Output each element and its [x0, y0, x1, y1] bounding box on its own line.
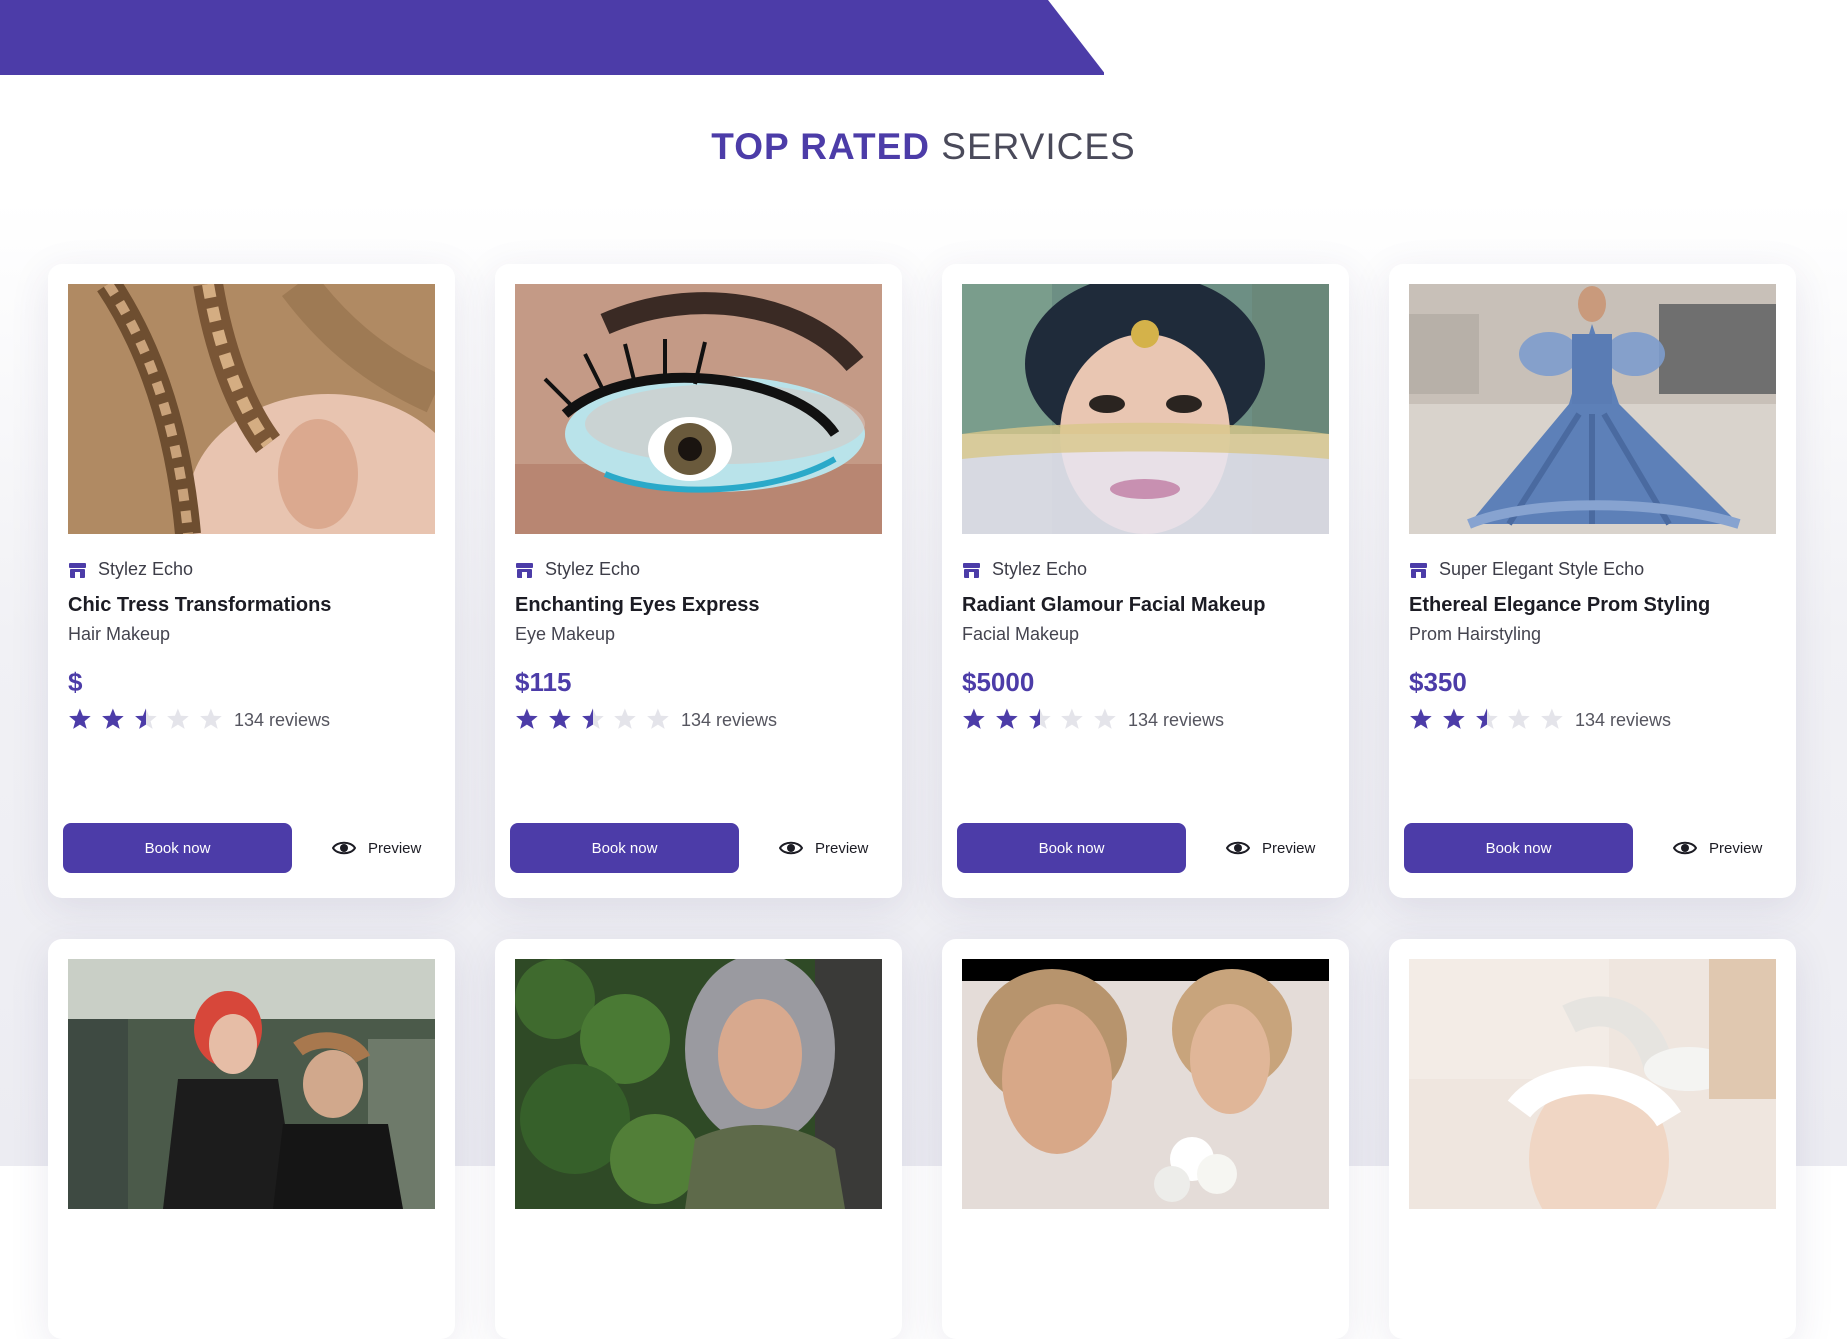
preview-label: Preview [1262, 839, 1316, 857]
service-image[interactable] [515, 959, 882, 1209]
section-title-rest: SERVICES [941, 126, 1136, 167]
rating: 134 reviews [1409, 706, 1671, 734]
eye-icon [332, 841, 356, 855]
star-half-icon [1475, 708, 1498, 729]
star-rating [1409, 706, 1573, 734]
review-count: 134 reviews [1575, 709, 1672, 730]
star-rating [515, 706, 679, 734]
book-now-button[interactable]: Book now [1404, 823, 1633, 873]
service-card[interactable] [942, 939, 1349, 1339]
star-empty-icon [1061, 708, 1084, 729]
section-title-highlight: TOP RATED [711, 126, 930, 167]
store-icon [516, 562, 533, 578]
star-half-icon [581, 708, 604, 729]
eye-icon [779, 841, 803, 855]
shop-name: Super Elegant Style Echo [1409, 559, 1644, 580]
star-empty-icon [1541, 708, 1563, 729]
book-now-button[interactable]: Book now [63, 823, 292, 873]
service-category: Facial Makeup [962, 624, 1080, 644]
star-empty-icon [200, 708, 222, 729]
star-filled-icon [516, 708, 538, 729]
service-image[interactable] [962, 959, 1329, 1209]
service-card[interactable]: Stylez Echo Chic Tress Transformations H… [48, 264, 455, 898]
eye-icon [1673, 841, 1697, 855]
review-count: 134 reviews [234, 709, 331, 730]
preview-label: Preview [368, 839, 422, 857]
star-filled-icon [1442, 708, 1465, 729]
book-now-button[interactable]: Book now [957, 823, 1186, 873]
service-price: $350 [1409, 667, 1467, 697]
book-now-button[interactable]: Book now [510, 823, 739, 873]
shop-label: Super Elegant Style Echo [1439, 559, 1645, 579]
service-card[interactable]: Stylez Echo Radiant Glamour Facial Makeu… [942, 264, 1349, 898]
service-price: $5000 [962, 667, 1035, 697]
review-count: 134 reviews [681, 709, 778, 730]
service-name[interactable]: Radiant Glamour Facial Makeup [962, 594, 1265, 617]
preview-label: Preview [815, 839, 869, 857]
shop-name: Stylez Echo [515, 559, 640, 580]
service-category: Prom Hairstyling [1409, 624, 1542, 644]
service-category: Hair Makeup [68, 624, 171, 644]
star-empty-icon [1508, 708, 1531, 729]
shop-name: Stylez Echo [68, 559, 193, 580]
review-count: 134 reviews [1128, 709, 1225, 730]
service-card[interactable]: Super Elegant Style Echo Ethereal Elegan… [1389, 264, 1796, 898]
service-image[interactable] [1409, 284, 1776, 534]
shop-label: Stylez Echo [992, 559, 1088, 579]
rating: 134 reviews [68, 706, 330, 734]
star-empty-icon [647, 708, 669, 729]
service-image[interactable] [515, 284, 882, 534]
service-image[interactable] [1409, 959, 1776, 1209]
service-name[interactable]: Enchanting Eyes Express [515, 594, 760, 617]
preview-button[interactable]: Preview [332, 823, 421, 873]
star-empty-icon [614, 708, 637, 729]
service-name[interactable]: Ethereal Elegance Prom Styling [1409, 594, 1710, 617]
service-image[interactable] [68, 284, 435, 534]
star-filled-icon [963, 708, 985, 729]
service-price: $115 [515, 667, 572, 697]
star-filled-icon [101, 708, 124, 729]
store-icon [1410, 562, 1427, 578]
star-filled-icon [548, 708, 571, 729]
section-title: TOP RATED SERVICES [0, 126, 1847, 168]
preview-button[interactable]: Preview [1226, 823, 1315, 873]
store-icon [69, 562, 86, 578]
service-price: $ [68, 667, 83, 697]
shop-label: Stylez Echo [545, 559, 641, 579]
service-image[interactable] [962, 284, 1329, 534]
preview-label: Preview [1709, 839, 1763, 857]
star-empty-icon [1094, 708, 1116, 729]
shop-name: Stylez Echo [962, 559, 1087, 580]
service-card[interactable]: Stylez Echo Enchanting Eyes Express Eye … [495, 264, 902, 898]
star-rating [68, 706, 232, 734]
star-empty-icon [167, 708, 190, 729]
service-card[interactable] [48, 939, 455, 1339]
preview-button[interactable]: Preview [1673, 823, 1762, 873]
shop-label: Stylez Echo [98, 559, 194, 579]
store-icon [963, 562, 980, 578]
service-card[interactable] [1389, 939, 1796, 1339]
star-filled-icon [69, 708, 91, 729]
rating: 134 reviews [962, 706, 1224, 734]
star-filled-icon [995, 708, 1018, 729]
service-name[interactable]: Chic Tress Transformations [68, 594, 331, 617]
star-half-icon [134, 708, 157, 729]
star-filled-icon [1410, 708, 1432, 729]
service-category: Eye Makeup [515, 624, 616, 644]
preview-button[interactable]: Preview [779, 823, 868, 873]
eye-icon [1226, 841, 1250, 855]
star-rating [962, 706, 1126, 734]
rating: 134 reviews [515, 706, 777, 734]
service-card[interactable] [495, 939, 902, 1339]
top-banner [0, 0, 1104, 75]
star-half-icon [1028, 708, 1051, 729]
service-image[interactable] [68, 959, 435, 1209]
